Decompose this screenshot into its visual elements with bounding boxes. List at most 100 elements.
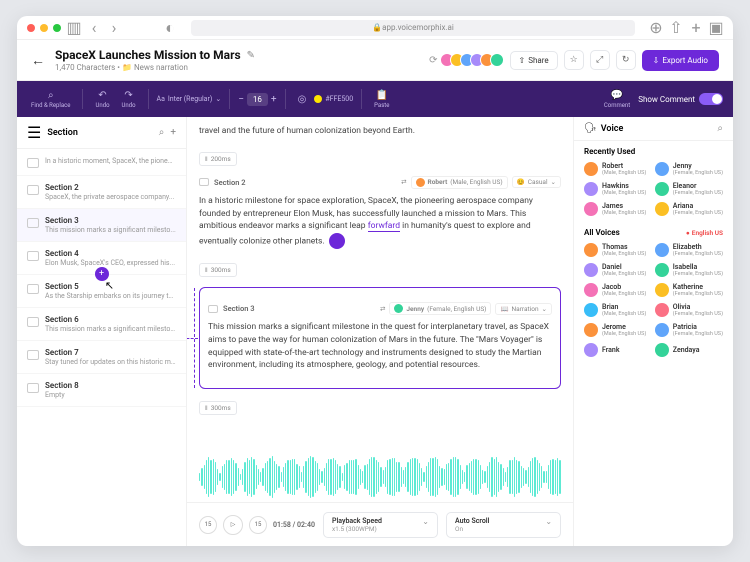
voice-jenny[interactable]: Jenny(Female, English US) xyxy=(655,162,723,176)
search-icon[interactable]: ⌕ xyxy=(717,123,723,134)
intro-tail[interactable]: travel and the future of human colonizat… xyxy=(199,125,561,138)
download-icon[interactable]: ⊕ xyxy=(649,21,663,35)
voice-elizabeth[interactable]: Elizabeth(Female, English US) xyxy=(655,243,723,257)
app-window: ▥ ‹ › ◐ 🔒 app.voicemorphix.ai ⊕ ⇧ + ▣ ← … xyxy=(17,16,733,546)
section-icon: ☰ xyxy=(27,123,41,142)
voice-icon: 🗣 xyxy=(584,123,597,134)
section-3-text[interactable]: This mission marks a significant milesto… xyxy=(208,321,552,372)
voice-brian[interactable]: Brian(Male, English US) xyxy=(584,303,651,317)
color-picker[interactable]: #FFE500 xyxy=(314,95,353,103)
minimize-dot[interactable] xyxy=(40,24,48,32)
collaborator-avatars[interactable] xyxy=(444,53,504,67)
voice-robert[interactable]: Robert(Male, English US) xyxy=(584,162,651,176)
playback-speed-dropdown[interactable]: Playback Speed x1.5 (300WPM) ⌄ xyxy=(323,512,438,538)
section-2-label: Section 2 xyxy=(214,178,246,187)
paste-tool[interactable]: 📋Paste xyxy=(370,90,393,109)
play-button[interactable]: ▷ xyxy=(223,515,243,535)
skip-back-button[interactable]: 15 xyxy=(199,516,217,534)
section-item-3[interactable]: Section 3This mission marks a significan… xyxy=(17,209,186,242)
section-item-1[interactable]: In a historic moment, SpaceX, the pionee… xyxy=(17,149,186,176)
show-comment-label: Show Comment xyxy=(638,95,695,104)
voice-isabella[interactable]: Isabella(Female, English US) xyxy=(655,263,723,277)
voice-jerome[interactable]: Jerome(Male, English US) xyxy=(584,323,651,337)
undo-tool[interactable]: ↶Undo xyxy=(91,90,113,109)
section-3-label: Section 3 xyxy=(223,304,255,313)
pause-pill[interactable]: ‖ 300ms xyxy=(199,263,237,277)
voice-jacob[interactable]: Jacob(Male, English US) xyxy=(584,283,651,297)
voice-patricia[interactable]: Patricia(Female, English US) xyxy=(655,323,723,337)
voice-hawkins[interactable]: Hawkins(Male, English US) xyxy=(584,182,651,196)
tabs-icon[interactable]: ▣ xyxy=(709,21,723,35)
voice-zendaya[interactable]: Zendaya xyxy=(655,343,723,357)
comment-tool[interactable]: 💬Comment xyxy=(600,90,634,109)
maximize-dot[interactable] xyxy=(53,24,61,32)
voice-frank[interactable]: Frank xyxy=(584,343,651,357)
edit-icon[interactable]: ✎ xyxy=(247,50,255,61)
back-button[interactable]: ← xyxy=(31,52,45,69)
forward-icon[interactable]: › xyxy=(107,21,121,35)
skip-forward-button[interactable]: 15 xyxy=(249,516,267,534)
color-tool[interactable]: ◎ xyxy=(294,94,311,105)
search-icon[interactable]: ⌕ xyxy=(159,127,165,138)
page-title: SpaceX Launches Mission to Mars xyxy=(55,48,241,62)
add-section-icon[interactable]: + xyxy=(170,127,176,138)
recent-voices-title: Recently Used xyxy=(584,147,723,156)
font-select[interactable]: Aa Inter (Regular) ⌄ xyxy=(157,95,222,103)
back-icon[interactable]: ‹ xyxy=(87,21,101,35)
redo-tool[interactable]: ↷Undo xyxy=(118,90,140,109)
highlighted-word: forwfard xyxy=(368,221,400,232)
language-filter[interactable]: ● English US xyxy=(686,229,723,237)
section-item-7[interactable]: Section 7Stay tuned for updates on this … xyxy=(17,341,186,374)
share-icon[interactable]: ⇧ xyxy=(669,21,683,35)
section-icon xyxy=(208,305,218,313)
export-button[interactable]: ⇩ Export Audio xyxy=(642,50,719,71)
close-dot[interactable] xyxy=(27,24,35,32)
time-display: 01:58 / 02:40 xyxy=(273,521,315,529)
voice-eleanor[interactable]: Eleanor(Female, English US) xyxy=(655,182,723,196)
sidebar-toggle-icon[interactable]: ▥ xyxy=(67,21,81,35)
voice-thomas[interactable]: Thomas(Male, English US) xyxy=(584,243,651,257)
user-cursor xyxy=(329,233,345,249)
editor-content: travel and the future of human colonizat… xyxy=(187,117,573,546)
voice-ariana[interactable]: Ariana(Female, English US) xyxy=(655,202,723,216)
add-icon[interactable]: + xyxy=(689,21,703,35)
section-icon xyxy=(199,178,209,186)
voice-switch-icon[interactable]: ⇄ xyxy=(401,178,406,186)
show-comment-toggle[interactable] xyxy=(699,93,723,105)
voice-katherine[interactable]: Katherine(Female, English US) xyxy=(655,283,723,297)
voice-james[interactable]: James(Male, English US) xyxy=(584,202,651,216)
history-button[interactable]: ↻ xyxy=(616,50,636,70)
pause-pill[interactable]: ‖ 200ms xyxy=(199,152,237,166)
page-header: ← SpaceX Launches Mission to Mars ✎ 1,47… xyxy=(17,40,733,81)
section-item-2[interactable]: Section 2SpaceX, the private aerospace c… xyxy=(17,176,186,209)
all-voices-title: All Voices xyxy=(584,228,620,237)
playbar: 15 ▷ 15 01:58 / 02:40 Playback Speed x1.… xyxy=(187,502,573,546)
waveform[interactable] xyxy=(187,452,573,502)
voice-olivia[interactable]: Olivia(Female, English US) xyxy=(655,303,723,317)
share-button[interactable]: ⇧ Share xyxy=(510,51,558,70)
section-2-tone[interactable]: 😊 Casual ⌄ xyxy=(512,176,561,188)
section-3-voice[interactable]: Jenny (Female, English US) xyxy=(389,302,491,315)
section-2-voice[interactable]: Robert (Male, English US) xyxy=(411,176,508,189)
font-size[interactable]: 16 xyxy=(247,93,268,106)
pause-pill[interactable]: ‖ 300ms xyxy=(199,401,237,415)
section-3-tone[interactable]: 📖 Narration ⌄ xyxy=(495,303,552,315)
voice-panel: 🗣 Voice ⌕ Recently Used Robert(Male, Eng… xyxy=(573,117,733,546)
find-replace-tool[interactable]: ⌕Find & Replace xyxy=(27,90,74,109)
voice-switch-icon[interactable]: ⇄ xyxy=(380,305,385,313)
star-button[interactable]: ☆ xyxy=(564,50,584,70)
voice-daniel[interactable]: Daniel(Male, English US) xyxy=(584,263,651,277)
selected-section-block[interactable]: Section 3 ⇄ Jenny (Female, English US) 📖… xyxy=(199,287,561,389)
section-item-6[interactable]: Section 6This mission marks a significan… xyxy=(17,308,186,341)
size-decrease[interactable]: − xyxy=(238,94,244,105)
url-bar[interactable]: 🔒 app.voicemorphix.ai xyxy=(191,20,635,36)
section-item-4[interactable]: Section 4Elon Musk, SpaceX's CEO, expres… xyxy=(17,242,186,275)
auto-scroll-dropdown[interactable]: Auto Scroll On ⌄ xyxy=(446,512,561,538)
section-2-text[interactable]: In a historic milestone for space explor… xyxy=(199,195,561,249)
expand-button[interactable]: ⤢ xyxy=(590,50,610,70)
section-item-8[interactable]: Section 8Empty xyxy=(17,374,186,407)
size-increase[interactable]: + xyxy=(271,94,277,105)
section-sidebar: ☰ Section ⌕ + In a historic moment, Spac… xyxy=(17,117,187,546)
sync-icon[interactable]: ⟳ xyxy=(429,55,437,66)
shield-icon[interactable]: ◐ xyxy=(163,21,177,35)
